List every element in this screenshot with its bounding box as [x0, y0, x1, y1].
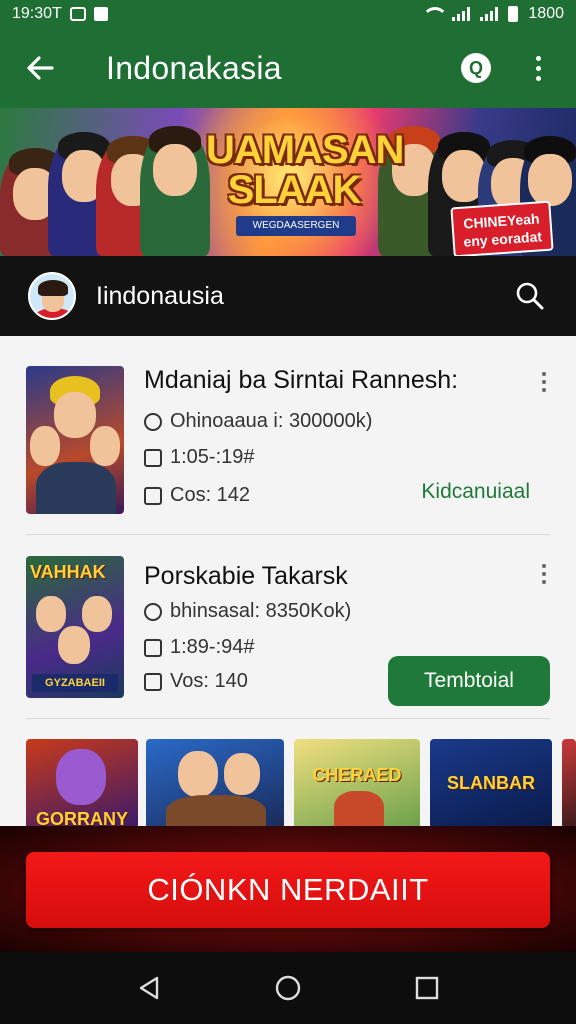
banner-hero	[140, 126, 210, 256]
avatar[interactable]	[28, 272, 76, 320]
item-menu-button[interactable]	[538, 372, 550, 396]
status-bar: 19:30T 1800	[0, 0, 576, 28]
overflow-menu-button[interactable]	[520, 50, 556, 86]
item-meta-time-text: 1:89-:94#	[170, 636, 255, 658]
cta-button[interactable]: CIÓNKN NERDAIIT	[26, 852, 550, 928]
banner-subtitle: WEGDAASERGEN	[236, 216, 356, 236]
thumbnail-label: SLANBAR	[447, 773, 535, 793]
battery-icon	[508, 6, 519, 22]
nav-back-button[interactable]	[129, 968, 169, 1008]
item-title[interactable]: Mdaniaj ba Sirntai Rannesh:	[144, 366, 458, 395]
banner-title-line1: UAMASAN	[206, 128, 404, 172]
banner-title-line2: SLAAK	[227, 168, 362, 212]
notification-message-icon	[93, 7, 108, 21]
profile-bar: Iindonausia	[0, 256, 576, 336]
page-title: Indonakasia	[106, 49, 282, 86]
battery-text: 1800	[528, 5, 564, 22]
item-meta-views-text: Ohinoaaua i: 300000k)	[170, 410, 373, 432]
promo-banner[interactable]: UAMASAN SLAAK WEGDAASERGEN CHINEYeah eny…	[0, 108, 576, 256]
app-bar: Indonakasia Q	[0, 28, 576, 108]
q-logo-icon: Q	[461, 53, 491, 83]
clock-icon	[144, 448, 162, 467]
thumbnail-card[interactable]: GORRANY	[26, 739, 138, 829]
thumbnail-label: CHERAED	[312, 765, 402, 785]
game-thumbnail[interactable]	[26, 366, 124, 514]
item-action-button[interactable]: Tembtoial	[388, 656, 550, 706]
divider	[26, 534, 550, 535]
search-button[interactable]	[512, 278, 548, 314]
views-icon	[144, 412, 162, 431]
nav-recents-button[interactable]	[407, 968, 447, 1008]
thumbnail-row: GORRANY CHERAED SLANBAR	[26, 739, 576, 829]
square-recents-icon	[415, 976, 438, 1000]
profile-name: Iindonausia	[96, 281, 224, 310]
nav-home-button[interactable]	[268, 968, 308, 1008]
app-logo-button[interactable]: Q	[458, 50, 494, 86]
back-button[interactable]	[20, 48, 60, 88]
status-time: 19:30T	[12, 5, 62, 22]
signal-2-icon	[480, 7, 499, 21]
notification-d-icon	[69, 7, 86, 21]
item-meta-views: Ohinoaaua i: 300000k)	[144, 410, 372, 433]
search-icon	[516, 282, 544, 310]
thumbnail-card[interactable]	[146, 739, 284, 829]
game-thumbnail[interactable]: VAHHAK GYZABAEII	[26, 556, 124, 698]
banner-title: UAMASAN SLAAK	[206, 128, 404, 212]
item-meta-count: Cos: 142	[144, 484, 250, 507]
item-meta-time: 1:89-:94#	[144, 636, 255, 659]
clock-icon	[144, 638, 162, 657]
item-meta-count-text: Cos: 142	[170, 484, 251, 506]
arrow-left-icon	[27, 56, 54, 80]
item-action-link[interactable]: Kidcanuiaal	[421, 480, 530, 504]
circle-home-icon	[275, 975, 301, 1001]
item-meta-time-text: 1:05-:19#	[170, 446, 255, 468]
item-meta-count-text: Vos: 140	[170, 670, 248, 692]
thumbnail-card[interactable]: SLANBAR	[430, 739, 552, 829]
item-meta-time: 1:05-:19#	[144, 446, 255, 469]
cta-area: CIÓNKN NERDAIIT	[0, 826, 576, 952]
item-meta-views: bhinsasal: 8350Kok)	[144, 600, 351, 623]
signal-icon	[452, 7, 471, 21]
list-item[interactable]: Mdaniaj ba Sirntai Rannesh: Ohinoaaua i:…	[26, 366, 550, 514]
views-icon	[144, 602, 162, 621]
tag-icon	[144, 672, 162, 691]
thumbnail-card[interactable]: CHERAED	[294, 739, 420, 829]
item-meta-views-text: bhinsasal: 8350Kok)	[170, 600, 352, 622]
triangle-back-icon	[140, 976, 159, 1000]
more-vert-icon	[535, 55, 541, 81]
wifi-icon	[422, 7, 449, 21]
tag-icon	[144, 486, 162, 505]
list-item[interactable]: VAHHAK GYZABAEII Porskabie Takarsk bhins…	[26, 556, 550, 706]
system-nav-bar	[0, 952, 576, 1024]
item-title[interactable]: Porskabie Takarsk	[144, 562, 348, 591]
divider	[26, 718, 550, 719]
thumbnail-card[interactable]	[562, 739, 576, 829]
banner-badge: CHINEYeah eny eoradat	[450, 200, 554, 256]
game-list: Mdaniaj ba Sirntai Rannesh: Ohinoaaua i:…	[0, 336, 576, 829]
item-menu-button[interactable]	[538, 564, 550, 588]
item-meta-count: Vos: 140	[144, 670, 248, 693]
